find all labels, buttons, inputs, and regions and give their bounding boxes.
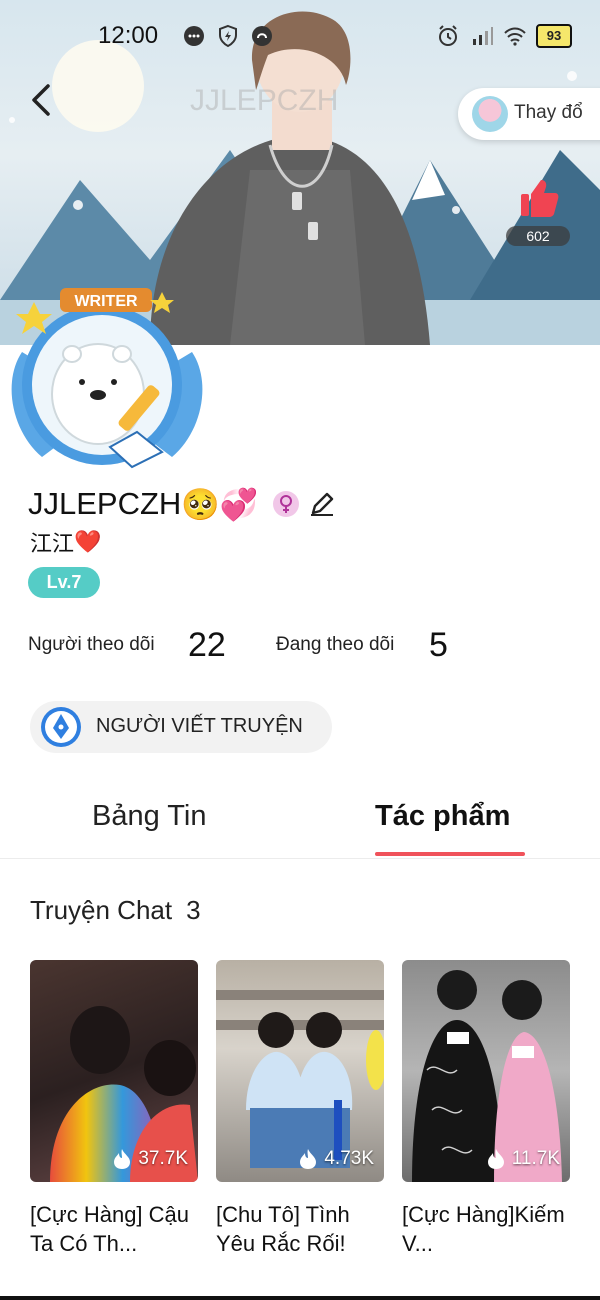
status-bar: 12:00 93	[0, 14, 600, 58]
story-card[interactable]: 11.7K [Cực Hàng]Kiếm V...	[402, 960, 570, 1258]
fire-icon	[114, 1149, 131, 1169]
chat-stories-heading: Truyện Chat 3	[30, 895, 201, 926]
like-button[interactable]: 602	[506, 176, 572, 246]
story-cover-image: 4.73K	[216, 960, 384, 1182]
subtitle-text: 江江	[30, 532, 75, 557]
story-title: [Cực Hàng] Cậu Ta Có Th...	[30, 1202, 190, 1256]
tab-news-feed[interactable]: Bảng Tin	[92, 800, 206, 833]
active-tab-indicator	[375, 852, 525, 856]
story-card[interactable]: 37.7K [Cực Hàng] Cậu Ta Có Th...	[30, 960, 198, 1258]
bottom-divider	[0, 1296, 600, 1300]
story-views-value: 11.7K	[511, 1148, 560, 1169]
female-gender-icon	[272, 491, 299, 517]
story-cover-image: 37.7K	[30, 960, 198, 1182]
message-icon	[184, 26, 204, 46]
signal-icon	[473, 27, 493, 45]
fountain-pen-icon	[41, 707, 81, 747]
change-background-label: Thay đổ	[514, 102, 583, 123]
story-title: [Cực Hàng]Kiếm V...	[402, 1202, 565, 1256]
alarm-icon	[439, 25, 457, 46]
fire-icon	[300, 1149, 317, 1169]
thumbs-up-icon	[521, 180, 559, 217]
avatar[interactable]: WRITER	[2, 282, 212, 472]
story-title: [Chu Tô] Tình Yêu Rắc Rối!	[216, 1202, 350, 1256]
story-views-value: 37.7K	[138, 1148, 188, 1169]
story-views-value: 4.73K	[324, 1148, 374, 1169]
writer-role-label: NGƯỜI VIẾT TRUYỆN	[96, 715, 303, 737]
edit-pencil-icon[interactable]	[307, 489, 337, 519]
fire-icon	[487, 1149, 504, 1169]
tab-works[interactable]: Tác phẩm	[375, 800, 510, 833]
shield-icon	[219, 24, 237, 48]
username-row: JJLEPCZH 🥺💞	[28, 484, 337, 524]
app-notification-icon	[252, 26, 272, 46]
following-label[interactable]: Đang theo dõi	[276, 634, 394, 656]
back-arrow-icon[interactable]	[24, 80, 64, 120]
heart-emoji: ❤️	[74, 529, 102, 555]
story-view-count: 11.7K	[486, 1148, 560, 1170]
follow-stats: Người theo dõi 22 Đang theo dõi 5	[28, 626, 588, 670]
writer-role-chip[interactable]: NGƯỜI VIẾT TRUYỆN	[30, 701, 332, 753]
avatar-frame-label: WRITER	[74, 293, 138, 310]
like-count: 602	[506, 226, 570, 246]
change-background-button[interactable]: Thay đổ	[458, 88, 600, 140]
battery-indicator: 93	[536, 24, 572, 48]
writer-avatar-frame: WRITER	[11, 288, 203, 469]
section-count: 3	[186, 895, 201, 925]
wifi-icon	[504, 27, 526, 46]
level-badge: Lv.7	[28, 567, 100, 598]
status-time: 12:00	[98, 22, 159, 49]
story-cover-image: 11.7K	[402, 960, 570, 1182]
story-view-count: 4.73K	[298, 1148, 374, 1170]
story-view-count: 37.7K	[112, 1148, 188, 1170]
banner-watermark-name: JJLEPCZH	[190, 84, 339, 117]
profile-tabs: Bảng Tin Tác phẩm	[0, 790, 600, 859]
followers-label[interactable]: Người theo dõi	[28, 634, 155, 656]
username: JJLEPCZH	[28, 486, 182, 521]
followers-count[interactable]: 22	[188, 626, 226, 665]
background-thumbnail	[472, 96, 508, 132]
username-emojis: 🥺💞	[181, 486, 259, 522]
profile-subtitle: 江江 ❤️	[30, 528, 102, 558]
following-count[interactable]: 5	[429, 626, 448, 665]
story-card[interactable]: 4.73K [Chu Tô] Tình Yêu Rắc Rối!	[216, 960, 384, 1258]
section-title: Truyện Chat	[30, 895, 173, 925]
